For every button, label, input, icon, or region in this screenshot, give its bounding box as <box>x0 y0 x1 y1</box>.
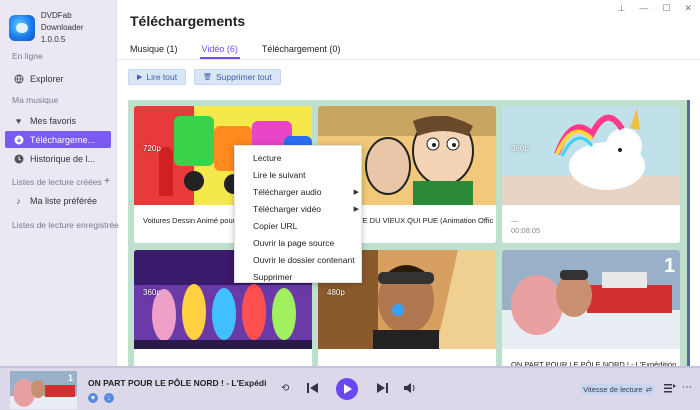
playback-speed-button[interactable]: Vitesse de lecture ⇌ <box>580 384 655 395</box>
menu-item-play-next[interactable]: Lire le suivant <box>235 167 361 184</box>
maximize-icon[interactable]: ☐ <box>662 3 670 14</box>
more-icon[interactable]: ⋯ <box>682 382 692 393</box>
sidebar-item-favorites[interactable]: ♥ Mes favoris <box>5 112 111 129</box>
now-playing-title: ON PART POUR LE PÔLE NORD ! - L'Expédit <box>88 378 266 388</box>
download-icon[interactable]: ↓ <box>104 393 114 403</box>
trash-icon: 🗑 <box>203 74 212 81</box>
add-playlist-icon[interactable]: + <box>104 176 110 187</box>
page-title: Téléchargements <box>130 13 246 29</box>
repeat-icon[interactable]: ⟲ <box>281 383 289 394</box>
menu-item-open-source[interactable]: Ouvrir la page source <box>235 235 361 252</box>
section-online: En ligne <box>12 51 43 61</box>
sidebar-item-downloads[interactable]: Téléchargeme... <box>5 131 111 148</box>
sidebar-item-my-playlist[interactable]: ♪ Ma liste préférée <box>5 192 111 209</box>
swap-icon: ⇌ <box>645 385 652 394</box>
next-track-icon[interactable] <box>377 383 388 396</box>
menu-item-copy-url[interactable]: Copier URL <box>235 218 361 235</box>
sidebar-item-history[interactable]: Historique de l... <box>5 150 111 167</box>
menu-item-download-video[interactable]: Télécharger vidéo ▶ <box>235 201 361 218</box>
video-thumbnail[interactable]: 360p <box>502 106 680 205</box>
svg-text:1: 1 <box>68 373 73 383</box>
playback-progress[interactable] <box>0 366 700 368</box>
music-note-icon: ♪ <box>16 195 21 206</box>
sidebar: DVDFab Downloader 1.0.0.5 En ligne Explo… <box>0 0 119 366</box>
pin-icon[interactable]: ⊥ <box>618 3 626 14</box>
sidebar-item-label: Mes favoris <box>30 115 77 126</box>
volume-icon[interactable] <box>404 383 416 396</box>
app-logo-icon <box>9 15 35 41</box>
video-grid: 720p Voitures Dessin Animé pour TE DU VI… <box>128 100 690 370</box>
previous-track-icon[interactable] <box>307 383 318 396</box>
resolution-label: 480p <box>327 288 345 297</box>
scrollbar[interactable] <box>687 100 690 367</box>
sidebar-item-label: Historique de l... <box>30 153 96 164</box>
app-name: DVDFab Downloader <box>40 11 84 32</box>
sidebar-item-explore[interactable]: Explorer <box>5 70 111 87</box>
clock-icon <box>13 153 24 164</box>
tab-bar: Musique (1) Vidéo (6) Téléchargement (0) <box>130 43 364 59</box>
globe-icon <box>13 73 24 84</box>
sidebar-item-label: Explorer <box>30 73 64 84</box>
resolution-label: 360p <box>511 144 529 153</box>
section-music: Ma musique <box>12 95 59 105</box>
video-duration: 00:08:05 <box>511 226 541 235</box>
svg-text:1: 1 <box>664 255 675 277</box>
tab-downloading[interactable]: Téléchargement (0) <box>262 43 341 59</box>
close-icon[interactable]: ✕ <box>684 3 692 14</box>
play-button[interactable] <box>336 378 358 400</box>
sidebar-item-label: Ma liste préférée <box>30 195 98 206</box>
video-title: ... <box>511 215 518 224</box>
download-icon <box>13 134 24 145</box>
tab-divider <box>117 59 700 60</box>
video-title: TE DU VIEUX QUI PUE (Animation Offic <box>358 216 494 225</box>
menu-item-open-folder[interactable]: Ouvrir le dossier contenant <box>235 252 361 269</box>
play-all-button[interactable]: ▶ Lire tout <box>128 69 187 85</box>
menu-item-delete[interactable]: Supprimer <box>235 269 361 286</box>
submenu-arrow-icon: ▶ <box>353 189 359 196</box>
video-thumbnail[interactable]: 1 <box>502 250 680 349</box>
sidebar-item-label: Téléchargeme... <box>30 134 96 145</box>
heart-icon: ♥ <box>15 115 22 126</box>
tab-video[interactable]: Vidéo (6) <box>199 43 241 59</box>
tab-music[interactable]: Musique (1) <box>130 43 178 59</box>
menu-item-download-audio[interactable]: Télécharger audio ▶ <box>235 184 361 201</box>
toolbar: ▶ Lire tout 🗑 Supprimer tout <box>128 69 281 85</box>
resolution-label: 360p <box>143 288 161 297</box>
minimize-icon[interactable]: — <box>639 3 648 14</box>
favorite-heart-icon[interactable]: ♥ <box>88 393 98 403</box>
video-card[interactable]: 1 ON PART POUR LE PÔLE NORD ! - L'Expédi… <box>502 250 680 370</box>
now-playing-thumbnail[interactable]: 1 <box>10 371 77 409</box>
section-playlists-saved: Listes de lecture enregistrée <box>12 220 119 230</box>
play-icon: ▶ <box>137 74 143 81</box>
delete-all-button[interactable]: 🗑 Supprimer tout <box>194 69 281 85</box>
context-menu: Lecture Lire le suivant Télécharger audi… <box>234 145 362 283</box>
video-card[interactable]: 360p ... 00:08:05 <box>502 106 680 243</box>
menu-item-play[interactable]: Lecture <box>235 150 361 167</box>
section-playlists-created: Listes de lecture créées + <box>12 176 110 187</box>
resolution-label: 720p <box>143 144 161 153</box>
play-icon <box>343 384 352 394</box>
app-version: 1.0.0.5 <box>40 35 66 44</box>
app-brand: DVDFab Downloader 1.0.0.5 <box>0 0 116 44</box>
playlist-icon[interactable] <box>664 383 676 396</box>
submenu-arrow-icon: ▶ <box>353 206 359 213</box>
window-controls: ⊥ — ☐ ✕ <box>618 3 692 14</box>
